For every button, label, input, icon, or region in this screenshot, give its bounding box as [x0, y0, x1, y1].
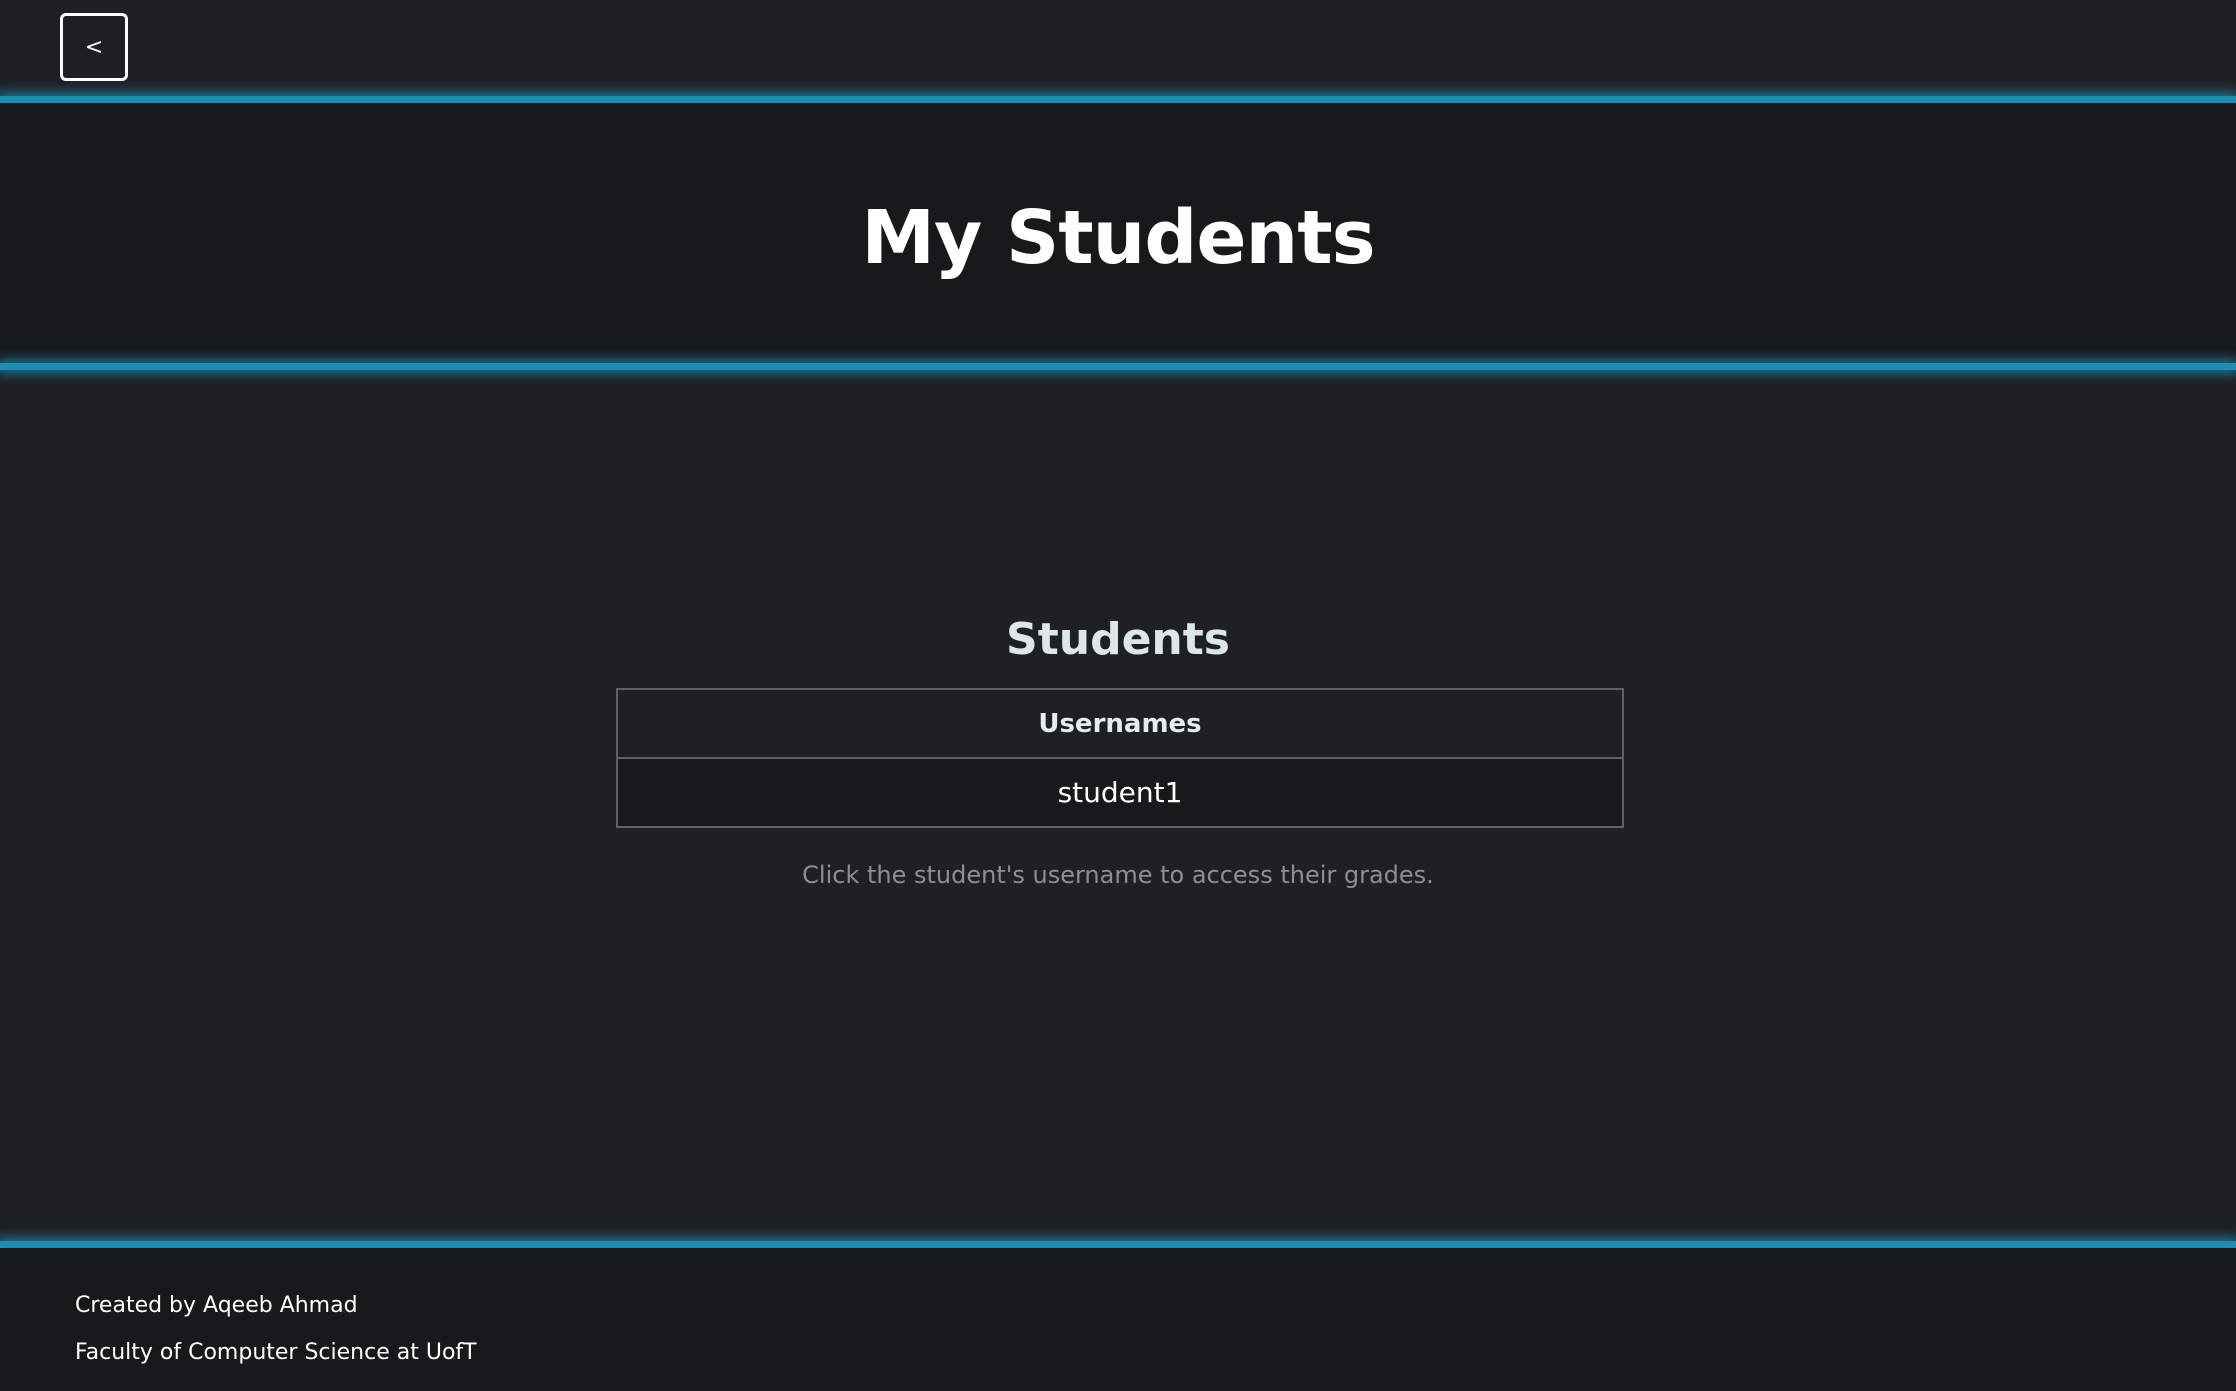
back-button[interactable]: < [60, 13, 128, 81]
page-title: My Students [861, 195, 1375, 281]
footer-top-divider [0, 1241, 2236, 1248]
header-bottom-divider [0, 363, 2236, 370]
footer-credit: Created by Aqeeb Ahmad [75, 1293, 358, 1318]
table-header-row: Usernames [616, 688, 1624, 759]
page: < My Students Students Usernames student… [0, 0, 2236, 1391]
top-nav: < [0, 0, 2236, 96]
table-row[interactable]: student1 [616, 757, 1624, 828]
footer-faculty: Faculty of Computer Science at UofT [75, 1340, 477, 1365]
students-section-title: Students [1006, 614, 1230, 665]
footer: Created by Aqeeb Ahmad Faculty of Comput… [0, 1248, 2236, 1391]
students-table: Usernames student1 [616, 688, 1624, 828]
grades-hint: Click the student's username to access t… [802, 861, 1434, 889]
student-username-link[interactable]: student1 [616, 757, 1624, 828]
header-top-divider [0, 96, 2236, 103]
usernames-column-header: Usernames [616, 688, 1624, 759]
